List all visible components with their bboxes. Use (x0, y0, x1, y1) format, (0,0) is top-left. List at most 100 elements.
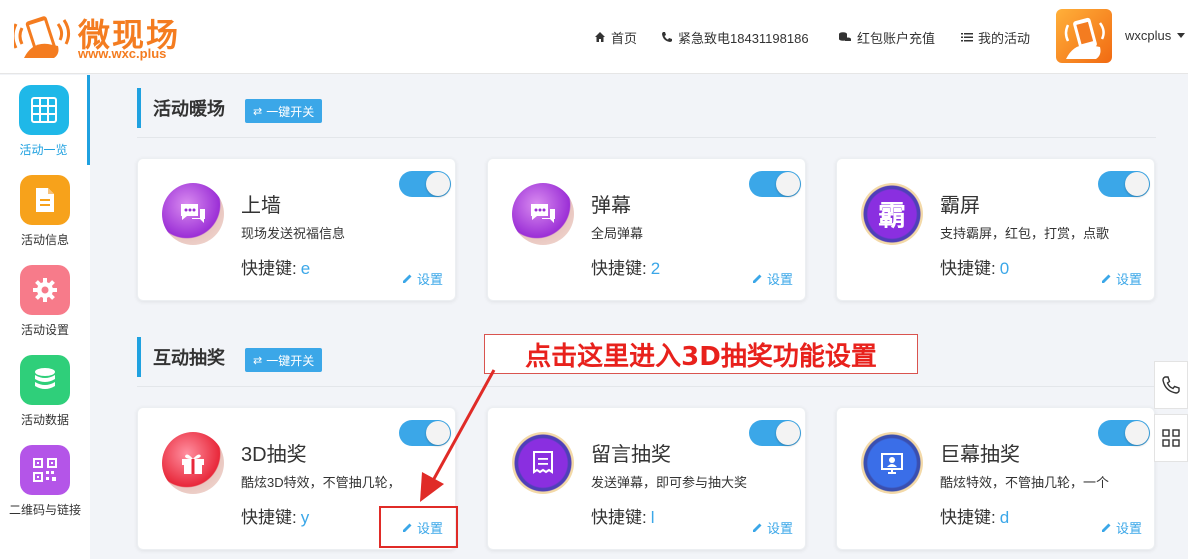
chat-bubble-icon (162, 183, 224, 245)
card-setting-button[interactable]: 设置 (1101, 518, 1142, 537)
nav-my-activity-label: 我的活动 (978, 30, 1031, 46)
card-setting-label: 设置 (766, 272, 793, 287)
card-setting-button[interactable]: 设置 (1101, 269, 1142, 288)
username: wxcplus (1125, 28, 1172, 43)
avatar-hand-phone-icon (1064, 17, 1105, 59)
floating-qrcode-button[interactable] (1154, 414, 1188, 462)
section-title-warmup: 活动暖场 (137, 88, 225, 128)
sidebar-label-settings: 活动设置 (20, 323, 69, 337)
chat-bubble-icon (512, 183, 574, 245)
floating-phone-button[interactable] (1154, 361, 1188, 409)
sidebar-item-info[interactable]: 活动信息 (0, 165, 90, 255)
toggle-icon: ⇄ (253, 105, 263, 118)
card-desc: 发送弹幕，即可参与抽大奖 (591, 475, 748, 490)
card-enable-switch[interactable] (1098, 420, 1150, 446)
card-title: 3D抽奖 (241, 444, 307, 466)
annotation-highlight-box (379, 506, 458, 548)
sidebar-item-qrcode[interactable]: 二维码与链接 (0, 435, 90, 525)
sidebar-item-overview[interactable]: 活动一览 (0, 75, 90, 165)
card-setting-button[interactable]: 设置 (402, 269, 443, 288)
card-setting-label: 设置 (766, 521, 793, 536)
card-shortcut: 快捷键: l (591, 503, 655, 528)
nav-item-recharge[interactable]: 红包账户充值 (838, 0, 935, 74)
list-icon (961, 33, 973, 42)
card-setting-button[interactable]: 设置 (752, 269, 793, 288)
pencil-icon (1101, 523, 1111, 532)
card-title: 霸屏 (940, 195, 980, 217)
pencil-icon (752, 274, 762, 283)
card-title: 巨幕抽奖 (940, 444, 1020, 466)
annotation-callout: 点击这里进入3D抽奖功能设置 (484, 334, 918, 374)
card-desc: 全局弹幕 (591, 226, 644, 241)
switch-knob (1125, 172, 1149, 196)
card-title: 留言抽奖 (591, 444, 671, 466)
card-setting-button[interactable]: 设置 (752, 518, 793, 537)
section-divider (137, 137, 1156, 138)
logo-hand-phone-icon (14, 16, 71, 58)
section-title-lottery: 互动抽奖 (137, 337, 225, 377)
shortcut-key: y (300, 508, 310, 527)
shortcut-key: 0 (999, 259, 1010, 278)
user-menu[interactable]: wxcplus (1125, 28, 1186, 43)
card-title: 上墙 (241, 195, 281, 217)
message-note-icon (512, 432, 574, 494)
card-shortcut: 快捷键: 0 (940, 254, 1009, 279)
shortcut-key: e (300, 259, 311, 278)
shortcut-label: 快捷键: (241, 259, 297, 278)
switch-knob (426, 172, 450, 196)
top-header: 微现场 www.wxc.plus 首页 紧急致电18431198186 红包账户… (0, 0, 1188, 74)
card-desc: 酷炫特效，不管抽几轮，一个 (940, 475, 1110, 490)
gear-icon (20, 265, 70, 315)
shortcut-label: 快捷键: (940, 259, 996, 278)
pencil-icon (402, 274, 412, 283)
card-desc: 支持霸屏，红包，打赏，点歌 (940, 226, 1110, 241)
nav-item-phone[interactable]: 紧急致电18431198186 (661, 0, 809, 74)
card-setting-label: 设置 (416, 272, 443, 287)
card-wall: 上墙 现场发送祝福信息 快捷键: e 设置 (137, 158, 456, 301)
card-big-screen-lottery: 巨幕抽奖 酷炫特效，不管抽几轮，一个 快捷键: d 设置 (836, 407, 1155, 550)
card-enable-switch[interactable] (749, 420, 801, 446)
card-message-lottery: 留言抽奖 发送弹幕，即可参与抽大奖 快捷键: l 设置 (487, 407, 806, 550)
nav-phone-label: 紧急致电18431198186 (678, 30, 809, 46)
card-dominate-screen: 霸 霸屏 支持霸屏，红包，打赏，点歌 快捷键: 0 设置 (836, 158, 1155, 301)
shortcut-label: 快捷键: (241, 508, 297, 527)
phone-icon (662, 32, 672, 42)
card-setting-label: 设置 (1115, 521, 1142, 536)
card-enable-switch[interactable] (749, 171, 801, 197)
database-icon (20, 355, 70, 405)
switch-knob (1125, 421, 1149, 445)
card-enable-switch[interactable] (1098, 171, 1150, 197)
sidebar-label-data: 活动数据 (20, 413, 69, 427)
chevron-down-icon (1177, 33, 1186, 38)
switch-knob (776, 421, 800, 445)
card-shortcut: 快捷键: 2 (591, 254, 660, 279)
card-shortcut: 快捷键: e (241, 254, 310, 279)
document-icon (20, 175, 70, 225)
warmup-toggle-all-label: 一键开关 (266, 104, 315, 119)
ba-character-icon: 霸 (861, 183, 923, 245)
nav-item-home[interactable]: 首页 (594, 0, 637, 74)
card-title: 弹幕 (591, 195, 631, 217)
card-desc: 酷炫3D特效，不管抽几轮， (241, 475, 401, 490)
shortcut-label: 快捷键: (591, 259, 647, 278)
home-icon (595, 32, 605, 42)
qrcode-icon (1162, 429, 1180, 447)
coins-icon (839, 32, 851, 41)
sidebar-item-data[interactable]: 活动数据 (0, 345, 90, 435)
annotation-arrow-icon (420, 369, 496, 502)
shortcut-key: 2 (650, 259, 661, 278)
sidebar-label-overview: 活动一览 (19, 143, 68, 157)
shortcut-label: 快捷键: (940, 508, 996, 527)
card-shortcut: 快捷键: d (940, 503, 1009, 528)
card-setting-label: 设置 (1115, 272, 1142, 287)
nav-item-my-activity[interactable]: 我的活动 (961, 0, 1030, 74)
sidebar-label-qrcode: 二维码与链接 (8, 503, 81, 517)
warmup-toggle-all-button[interactable]: ⇄ 一键开关 (245, 99, 323, 123)
avatar[interactable] (1056, 9, 1112, 63)
lottery-toggle-all-button[interactable]: ⇄ 一键开关 (245, 348, 323, 372)
card-enable-switch[interactable] (399, 171, 451, 197)
shortcut-label: 快捷键: (591, 508, 647, 527)
logo[interactable]: 微现场 www.wxc.plus (14, 8, 194, 64)
pencil-icon (1101, 274, 1111, 283)
sidebar-item-settings[interactable]: 活动设置 (0, 255, 90, 345)
